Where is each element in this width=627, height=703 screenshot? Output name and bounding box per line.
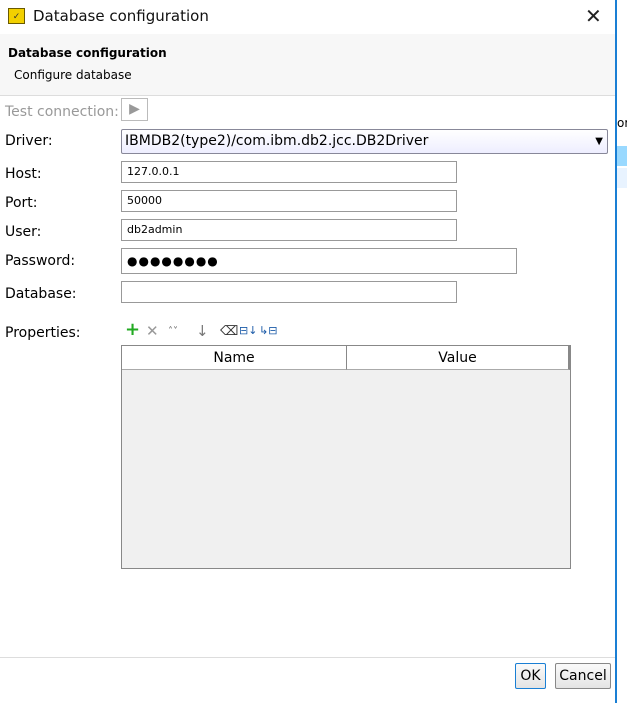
add-icon[interactable]: +: [125, 319, 140, 340]
background-row: [617, 168, 627, 188]
window-title: Database configuration: [33, 7, 209, 25]
cancel-button[interactable]: Cancel: [555, 663, 611, 689]
play-icon: ▶: [129, 101, 140, 117]
column-header-value[interactable]: Value: [347, 346, 570, 370]
driver-value: IBMDB2(type2)/com.ibm.db2.jcc.DB2Driver: [125, 133, 429, 149]
move-up-down-icon[interactable]: ˄˅: [168, 326, 178, 337]
move-down-icon[interactable]: ↓: [196, 322, 209, 340]
host-label: Host:: [5, 166, 42, 182]
password-label: Password:: [5, 253, 76, 269]
host-input[interactable]: 127.0.0.1: [121, 161, 457, 183]
database-label: Database:: [5, 286, 77, 302]
test-connection-label: Test connection:: [5, 104, 119, 120]
background-text: or: [617, 116, 627, 130]
close-icon[interactable]: ✕: [585, 4, 602, 28]
properties-table[interactable]: Name Value: [121, 345, 571, 569]
import-icon[interactable]: ⊟↓: [239, 324, 257, 337]
background-selection: [617, 146, 627, 166]
footer-divider: [0, 657, 615, 658]
user-label: User:: [5, 224, 42, 240]
header-title: Database configuration: [8, 46, 167, 60]
header-panel: [0, 34, 615, 96]
column-header-name[interactable]: Name: [122, 346, 347, 370]
driver-label: Driver:: [5, 133, 53, 149]
user-input[interactable]: db2admin: [121, 219, 457, 241]
password-input[interactable]: ●●●●●●●●: [121, 248, 517, 274]
test-connection-button[interactable]: ▶: [121, 98, 148, 121]
export-icon[interactable]: ↳⊟: [259, 324, 277, 337]
port-input[interactable]: 50000: [121, 190, 457, 212]
database-input[interactable]: [121, 281, 457, 303]
app-icon: ✓: [8, 8, 25, 24]
header-subtitle: Configure database: [14, 68, 132, 82]
chevron-down-icon: ▼: [595, 136, 603, 147]
dialog-window: ✓ Database configuration ✕ Database conf…: [0, 0, 617, 703]
ok-button[interactable]: OK: [515, 663, 546, 689]
driver-select[interactable]: IBMDB2(type2)/com.ibm.db2.jcc.DB2Driver ▼: [121, 129, 608, 154]
port-label: Port:: [5, 195, 38, 211]
delete-icon[interactable]: ✕: [146, 322, 159, 340]
properties-label: Properties:: [5, 325, 81, 341]
clear-icon[interactable]: ⌫: [220, 324, 238, 339]
